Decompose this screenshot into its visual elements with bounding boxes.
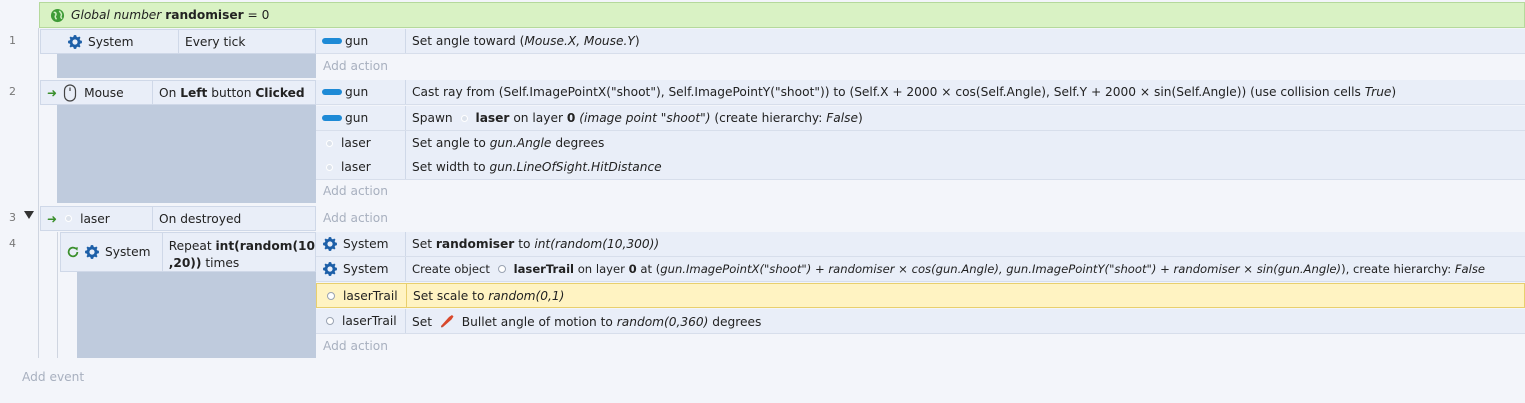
gear-icon <box>85 245 99 259</box>
add-event-link[interactable]: Add event <box>22 370 84 384</box>
condition-text: On destroyed <box>159 211 242 226</box>
action-row[interactable]: gun Set angle toward (Mouse.X, Mouse.Y) <box>316 29 1525 54</box>
laser-sprite-icon <box>326 139 333 147</box>
action-text: Set randomiser to int(random(10,300)) <box>412 237 660 251</box>
condition-object: System <box>88 34 134 49</box>
gun-sprite-icon <box>322 115 342 121</box>
event-2-condition[interactable]: ➜ Mouse On Left button Clicked <box>40 80 316 105</box>
condition-object: Mouse <box>84 85 124 100</box>
global-value: = 0 <box>247 8 270 22</box>
gear-icon <box>68 34 82 49</box>
event-3-condition[interactable]: ➜ laser On destroyed <box>40 206 316 231</box>
action-object: gun <box>345 111 369 125</box>
line-number: 2 <box>9 85 16 98</box>
line-number: 3 <box>9 211 16 224</box>
mouse-icon <box>63 83 77 102</box>
add-action-link[interactable]: Add action <box>316 179 1525 203</box>
gear-icon <box>323 237 337 251</box>
action-row[interactable]: System Create object laserTrail on layer… <box>316 257 1525 282</box>
condition-object: laser <box>80 211 110 226</box>
gear-icon <box>323 262 337 276</box>
action-text: Set angle toward (Mouse.X, Mouse.Y) <box>412 34 640 48</box>
action-object: gun <box>345 34 369 48</box>
add-action-link[interactable]: Add action <box>316 54 1525 78</box>
lasertrail-sprite-icon <box>326 317 334 325</box>
action-object: laser <box>341 160 371 174</box>
gun-sprite-icon <box>322 38 342 44</box>
line-number: 4 <box>9 237 16 250</box>
lasertrail-sprite-icon <box>327 291 335 300</box>
action-row[interactable]: System Set randomiser to int(random(10,3… <box>316 232 1525 257</box>
global-variable-row[interactable]: Global number randomiser = 0 <box>39 2 1525 28</box>
action-row[interactable]: gun Spawn laser on layer 0 (image point … <box>316 106 1525 131</box>
action-row[interactable]: laser Set angle to gun.Angle degrees <box>316 131 1525 156</box>
action-text: Set width to gun.LineOfSight.HitDistance <box>412 160 662 174</box>
gun-sprite-icon <box>322 89 342 95</box>
action-row[interactable]: gun Cast ray from (Self.ImagePointX("sho… <box>316 80 1525 105</box>
action-row[interactable]: laserTrail Set Bullet angle of motion to… <box>316 309 1525 334</box>
condition-text: On Left button Clicked <box>159 85 305 100</box>
action-object: laserTrail <box>342 314 397 328</box>
action-row-selected[interactable]: laserTrail Set scale to random(0,1) <box>316 283 1525 308</box>
action-object: System <box>343 237 389 251</box>
condition-object: System <box>105 245 151 259</box>
collapse-triangle-icon[interactable] <box>24 211 34 219</box>
globe-icon <box>50 8 65 22</box>
action-object: System <box>343 262 389 276</box>
sub-event-guide <box>57 232 58 358</box>
event-1-condition[interactable]: System Every tick <box>40 29 316 54</box>
action-row[interactable]: laser Set width to gun.LineOfSight.HitDi… <box>316 155 1525 180</box>
bullet-behavior-icon <box>440 314 454 327</box>
global-name: randomiser <box>165 8 244 22</box>
action-text: Cast ray from (Self.ImagePointX("shoot")… <box>412 85 1397 99</box>
action-object: laser <box>341 136 371 150</box>
condition-text: Repeat int(random(10 ,20)) times <box>168 239 315 270</box>
condition-text: Every tick <box>185 34 246 49</box>
action-text: Spawn laser on layer 0 (image point "sho… <box>412 111 863 125</box>
loop-icon <box>67 246 79 258</box>
event-4-condition[interactable]: System Repeat int(random(10 ,20)) times <box>60 232 316 272</box>
action-object: laserTrail <box>343 288 398 303</box>
tree-guide <box>38 28 39 358</box>
laser-sprite-icon <box>326 163 333 171</box>
action-text: Create object laserTrail on layer 0 at (… <box>412 262 1486 276</box>
trigger-arrow-icon: ➜ <box>47 211 58 226</box>
action-text: Set Bullet angle of motion to random(0,3… <box>412 314 762 329</box>
lasertrail-sprite-icon <box>497 265 506 273</box>
action-text: Set angle to gun.Angle degrees <box>412 136 605 150</box>
global-prefix: Global number <box>71 8 162 22</box>
action-object: gun <box>345 85 369 99</box>
laser-sprite-icon <box>460 115 468 122</box>
action-text: Set scale to random(0,1) <box>413 288 565 303</box>
add-action-link[interactable]: Add action <box>316 206 1525 230</box>
laser-sprite-icon <box>65 215 73 222</box>
line-number: 1 <box>9 34 16 47</box>
add-action-link[interactable]: Add action <box>316 334 1525 358</box>
trigger-arrow-icon: ➜ <box>47 85 58 100</box>
